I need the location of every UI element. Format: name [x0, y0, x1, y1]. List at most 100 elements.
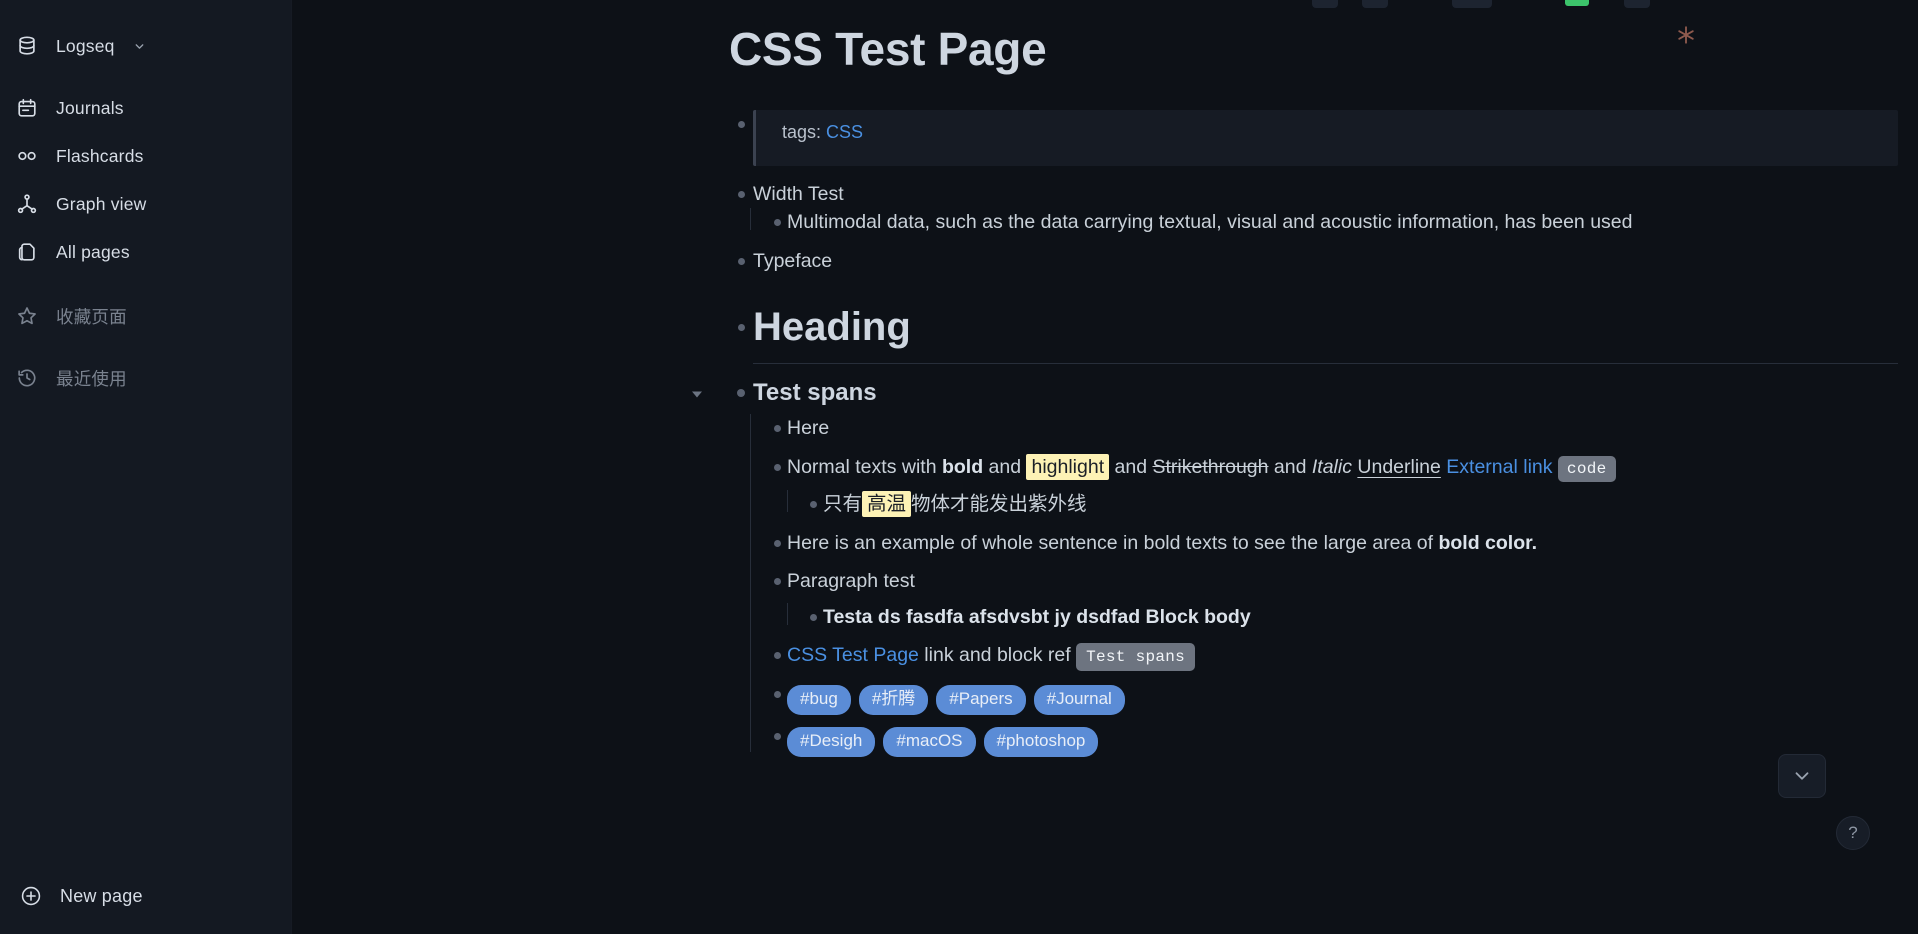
block-children: Testa ds fasdfa afsdvsbt jy dsdfad Block… [767, 603, 1898, 631]
text-bold: bold color. [1438, 532, 1538, 554]
block-text-spans[interactable]: Normal texts with bold and highlight and… [787, 453, 1898, 483]
bullet[interactable] [803, 603, 823, 631]
graph-icon [14, 191, 40, 217]
topbar-indicator-green[interactable] [1565, 0, 1589, 6]
window-topbar [292, 0, 1918, 14]
sidebar-top: Logseq Journals Flashcards Graph view Al… [0, 0, 291, 402]
chevron-down-icon[interactable] [133, 40, 146, 53]
sidebar-item-label: Journals [56, 97, 124, 118]
bullet[interactable] [767, 414, 787, 442]
block-row: Here [767, 414, 1898, 442]
bullet[interactable] [729, 180, 753, 208]
bullet[interactable] [767, 641, 787, 669]
tag-pill[interactable]: #Journal [1033, 685, 1125, 715]
block-reference[interactable]: Test spans [1076, 643, 1196, 671]
tag-pill[interactable]: #Papers [936, 685, 1026, 715]
tag-list-row-2: #Desigh #macOS #photoshop [787, 722, 1898, 758]
text-underline: Underline [1357, 456, 1441, 478]
bullet[interactable] [729, 376, 753, 410]
main-content: CSS Test Page tags: CSS Width Test Multi… [292, 0, 1918, 934]
topbar-tab-2[interactable] [1362, 0, 1388, 8]
pages-icon [14, 239, 40, 265]
tag-pill[interactable]: #photoshop [983, 727, 1099, 757]
property-key: tags: [782, 122, 822, 142]
bullet[interactable] [729, 247, 753, 275]
properties-box: tags: CSS [753, 110, 1898, 166]
topbar-tab-1[interactable] [1312, 0, 1338, 8]
thread-line [750, 414, 751, 752]
sidebar-section-label: 最近使用 [56, 368, 127, 389]
text-normal: 物体才能发出紫外线 [911, 493, 1087, 515]
sidebar-item-all-pages[interactable]: All pages [0, 228, 291, 276]
text-highlight: highlight [1026, 454, 1110, 480]
external-link[interactable]: External link [1446, 456, 1552, 478]
sidebar-item-label: Flashcards [56, 145, 144, 166]
block-text-refs[interactable]: CSS Test Page link and block ref Test sp… [787, 641, 1898, 671]
text-bold: bold [941, 456, 984, 478]
block-row: Multimodal data, such as the data carryi… [767, 208, 1898, 236]
scroll-to-bottom-button[interactable] [1778, 754, 1826, 798]
tag-pill[interactable]: #macOS [883, 727, 976, 757]
block-row: Here is an example of whole sentence in … [767, 529, 1898, 557]
block-row: Width Test [729, 180, 1898, 208]
bullet[interactable] [767, 208, 787, 236]
page-properties-block: tags: CSS [729, 110, 1898, 166]
tag-pill[interactable]: #折腾 [858, 685, 929, 715]
tag-pill[interactable]: #bug [787, 685, 851, 715]
bullet[interactable] [767, 722, 787, 750]
text-normal: Here is an example of whole sentence in … [787, 532, 1439, 554]
block-text[interactable]: Typeface [753, 247, 1898, 275]
new-page-button[interactable]: New page [0, 872, 292, 920]
thread-line [787, 603, 788, 625]
sidebar-item-label: Graph view [56, 193, 147, 214]
text-normal: and [1268, 456, 1312, 478]
page-title: CSS Test Page [729, 23, 1047, 75]
text-normal: and [983, 456, 1027, 478]
bullet[interactable] [767, 567, 787, 595]
tag-list-row-1: #bug #折腾 #Papers #Journal [787, 680, 1898, 716]
history-icon [14, 365, 40, 391]
block-text[interactable]: Multimodal data, such as the data carryi… [787, 208, 1898, 236]
infinity-icon [14, 143, 40, 169]
bullet[interactable] [729, 110, 753, 138]
bullet[interactable] [767, 680, 787, 708]
asterisk-icon[interactable] [1669, 18, 1703, 52]
help-button[interactable]: ? [1836, 816, 1870, 850]
text-italic: Italic [1311, 456, 1352, 478]
sidebar-item-journals[interactable]: Journals [0, 84, 291, 132]
block-text-chinese[interactable]: 只有 高温 物体才能发出紫外线 [823, 490, 1898, 518]
sidebar-item-flashcards[interactable]: Flashcards [0, 132, 291, 180]
block-text[interactable]: Paragraph test [787, 567, 1898, 595]
sidebar-item-recent[interactable]: 最近使用 [0, 354, 291, 402]
block-row: #bug #折腾 #Papers #Journal [767, 680, 1898, 716]
bullet[interactable] [729, 301, 753, 353]
topbar-tab-4[interactable] [1624, 0, 1650, 8]
block-text[interactable]: Test spans [753, 376, 1898, 410]
text-highlight: 高温 [862, 491, 912, 517]
block-row: Testa ds fasdfa afsdvsbt jy dsdfad Block… [803, 603, 1898, 631]
collapse-toggle-icon[interactable] [689, 386, 705, 402]
property-value-link[interactable]: CSS [826, 122, 863, 142]
tag-pill[interactable]: #Desigh [787, 727, 876, 757]
thread-line [750, 208, 751, 230]
sidebar-item-label: All pages [56, 241, 130, 262]
bullet[interactable] [767, 453, 787, 481]
page-link[interactable]: CSS Test Page [787, 644, 919, 666]
block-text[interactable]: Testa ds fasdfa afsdvsbt jy dsdfad Block… [823, 603, 1898, 631]
block-row: Test spans [692, 376, 1898, 410]
block-text-bold-sentence[interactable]: Here is an example of whole sentence in … [787, 529, 1898, 557]
topbar-tab-3[interactable] [1452, 0, 1492, 8]
heading-text[interactable]: Heading [753, 301, 1898, 364]
sidebar-item-favorites[interactable]: 收藏页面 [0, 292, 291, 340]
block-text[interactable]: Width Test [753, 180, 1898, 208]
block-text[interactable]: Here [787, 414, 1898, 442]
left-sidebar: Logseq Journals Flashcards Graph view Al… [0, 0, 292, 934]
block-row: #Desigh #macOS #photoshop [767, 722, 1898, 758]
sidebar-item-graph-view[interactable]: Graph view [0, 180, 291, 228]
bullet[interactable] [803, 490, 823, 518]
bullet[interactable] [767, 529, 787, 557]
thread-line [787, 490, 788, 512]
sidebar-item-graph-selector[interactable]: Logseq [0, 22, 291, 70]
